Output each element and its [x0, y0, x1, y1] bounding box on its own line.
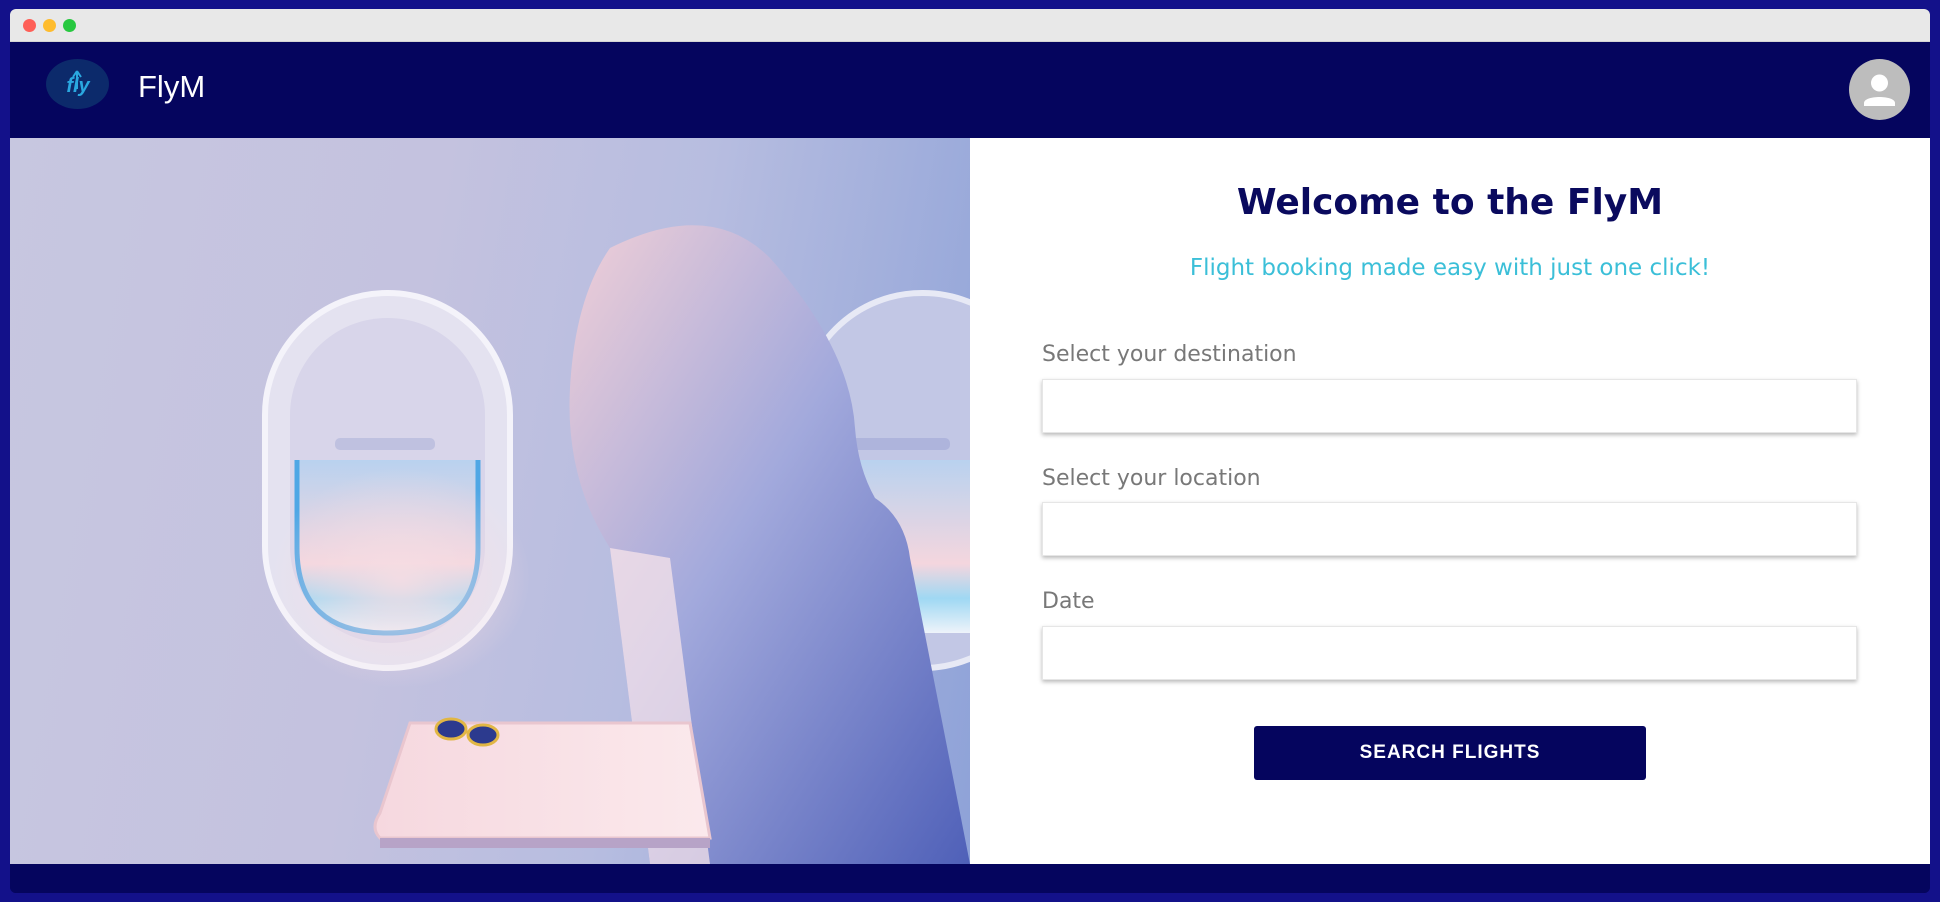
svg-text:fly: fly	[66, 75, 90, 97]
location-input[interactable]	[1042, 502, 1857, 556]
date-label: Date	[1042, 589, 1095, 614]
window-titlebar	[10, 9, 1930, 42]
minimize-window-button[interactable]	[43, 19, 56, 32]
browser-window: fly FlyM Welcome to the FlyM Flight book…	[10, 9, 1930, 893]
brand-name[interactable]: FlyM	[138, 69, 205, 105]
search-form-panel: Welcome to the FlyM Flight booking made …	[970, 138, 1930, 864]
destination-input[interactable]	[1042, 379, 1857, 433]
location-label: Select your location	[1042, 466, 1261, 491]
date-input[interactable]	[1042, 626, 1857, 680]
search-flights-button[interactable]: SEARCH FLIGHTS	[1254, 726, 1646, 780]
page-title: Welcome to the FlyM	[1236, 182, 1664, 223]
destination-label: Select your destination	[1042, 342, 1297, 367]
close-window-button[interactable]	[23, 19, 36, 32]
page-subtitle: Flight booking made easy with just one c…	[1189, 255, 1711, 281]
hero-image	[10, 138, 970, 864]
footer-bar	[10, 864, 1930, 893]
user-avatar-icon[interactable]	[1849, 59, 1910, 120]
fly-logo-icon[interactable]: fly	[46, 59, 109, 109]
maximize-window-button[interactable]	[63, 19, 76, 32]
app-header: fly FlyM	[10, 42, 1930, 138]
